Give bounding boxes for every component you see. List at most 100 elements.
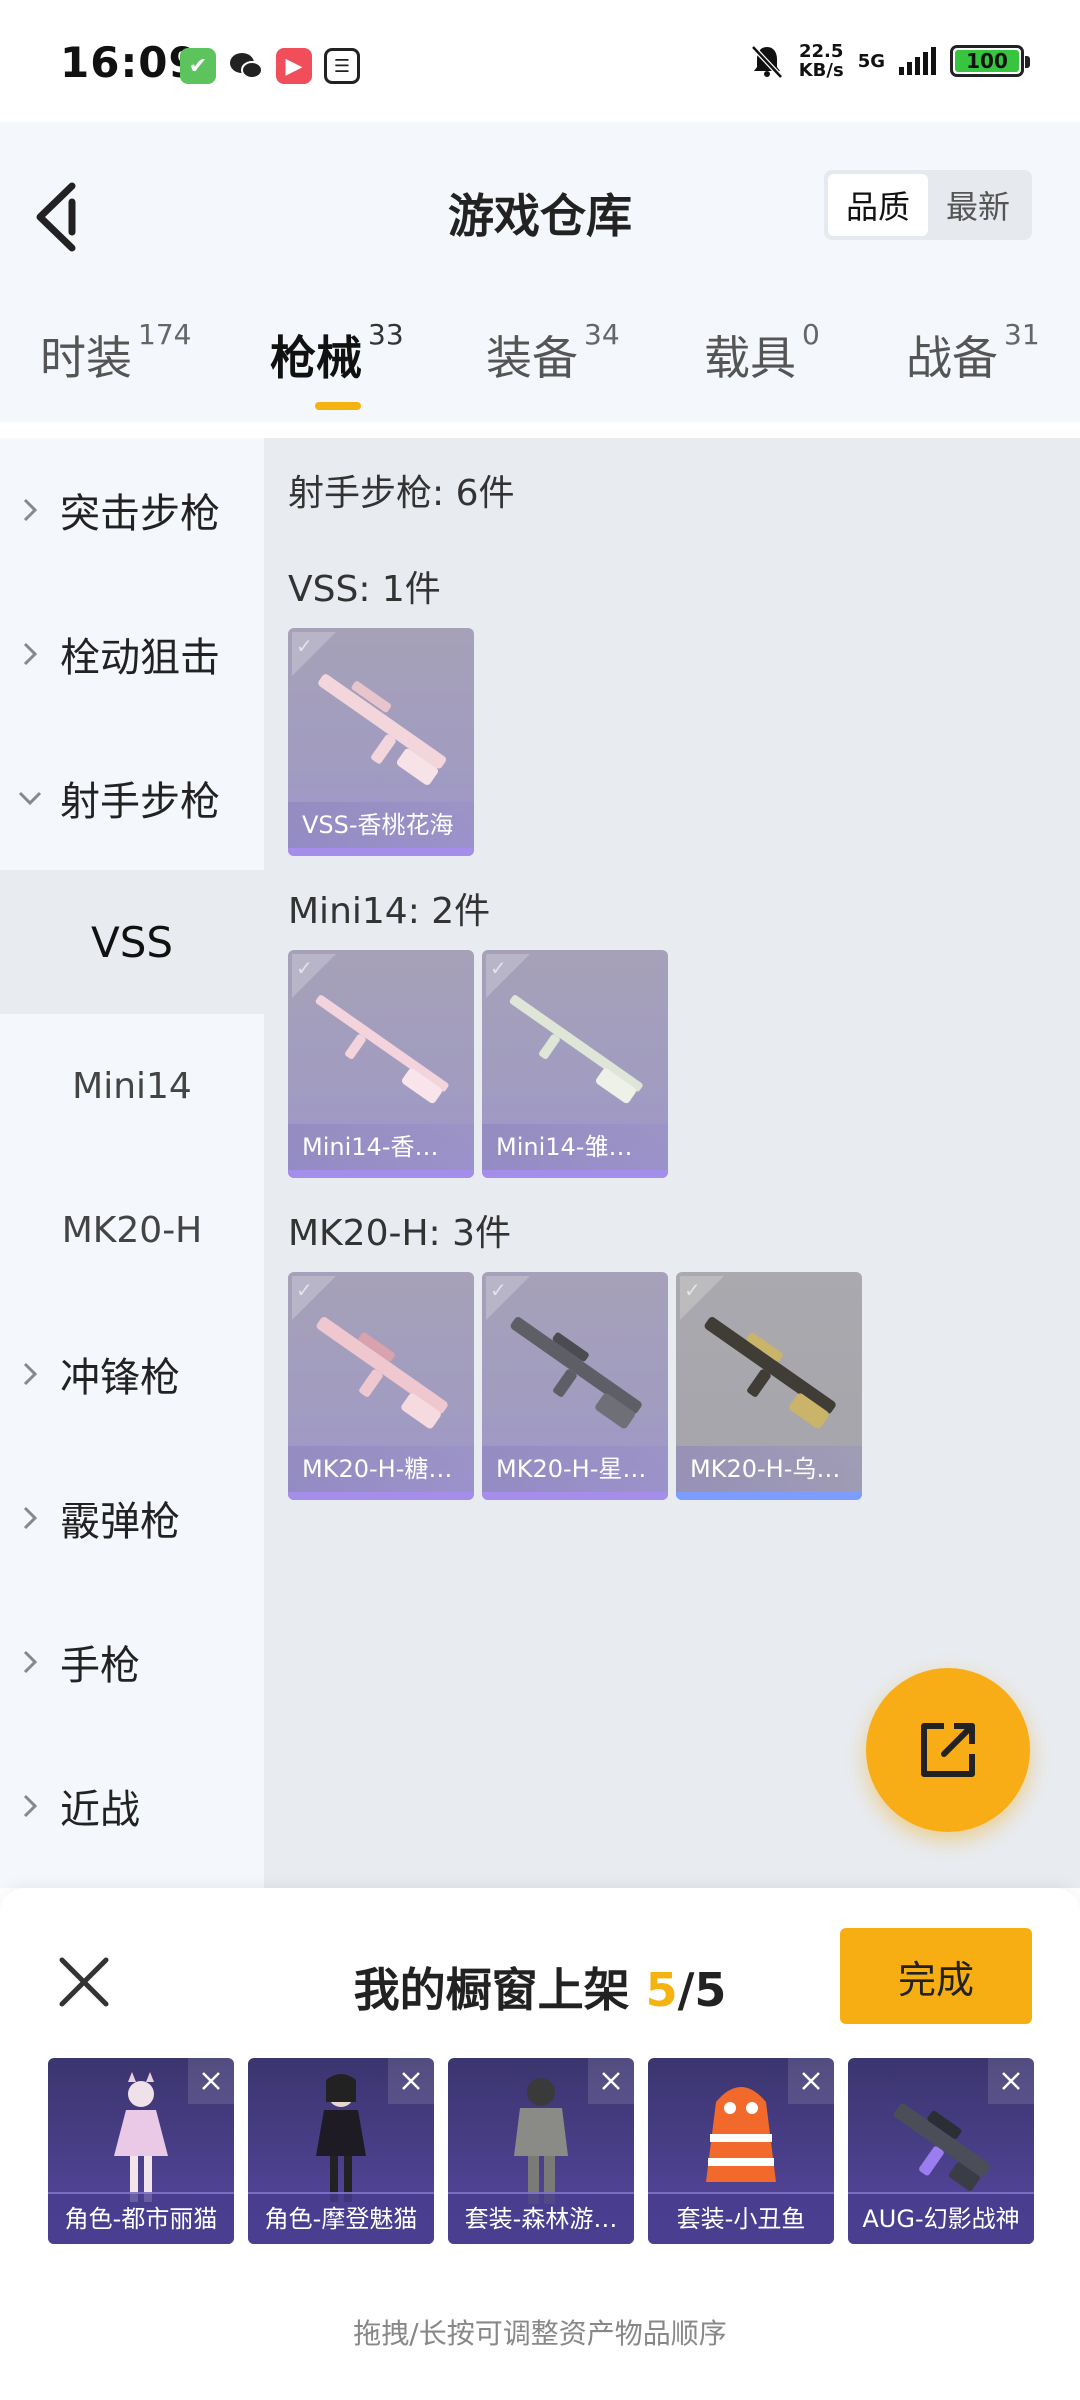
category-sidebar: 突击步枪 栓动狙击 射手步枪 VSS Mini14 MK20-H 冲锋枪 霰弹枪… [0, 438, 264, 1888]
remove-item-button[interactable] [588, 2058, 634, 2104]
group-title-mini14: Mini14: 2件 [288, 891, 491, 932]
item-name: Mini14-香桃… [288, 1124, 474, 1170]
wechat-icon [228, 48, 264, 84]
showcase-panel: 我的橱窗上架 5/5 完成 角色-都市丽猫 角色-摩登魅猫 套装-森林游… 套装… [0, 1888, 1080, 2400]
group-title-vss: VSS: 1件 [288, 569, 441, 610]
showcase-item[interactable]: 套装-森林游… [448, 2058, 634, 2244]
tab-count: 33 [368, 318, 404, 351]
rarity-bar [288, 1170, 474, 1178]
showcase-total: /5 [677, 1963, 727, 2017]
outfit-icon [706, 2087, 776, 2182]
item-card[interactable]: ✓ MK20-H-乌… [676, 1272, 862, 1500]
sidebar-item-marksman-rifle[interactable]: 射手步枪 [0, 726, 264, 870]
sidebar-item-assault-rifle[interactable]: 突击步枪 [0, 438, 264, 582]
tab-label: 枪械 [270, 331, 362, 385]
soldier-figure-icon [514, 2078, 568, 2204]
tab-equipment[interactable]: 装备 34 [486, 318, 620, 388]
item-card[interactable]: ✓ MK20-H-糖… [288, 1272, 474, 1500]
battery-level: 100 [955, 49, 1019, 73]
tab-fashion[interactable]: 时装 174 [40, 318, 191, 388]
sidebar-subitem-vss[interactable]: VSS [0, 870, 264, 1014]
item-card[interactable]: ✓ MK20-H-星… [482, 1272, 668, 1500]
showcase-item-label: 角色-摩登魅猫 [248, 2192, 434, 2244]
character-figure-icon [114, 2072, 168, 2202]
rifle-icon [315, 995, 449, 1104]
item-name: Mini14-雏菊… [482, 1124, 668, 1170]
sort-quality-button[interactable]: 品质 [828, 174, 928, 236]
signal-icon [899, 47, 936, 75]
close-icon [602, 2072, 620, 2090]
rarity-bar [288, 1492, 474, 1500]
sidebar-item-bolt-sniper[interactable]: 栓动狙击 [0, 582, 264, 726]
showcase-item-label: AUG-幻影战神 [848, 2192, 1034, 2244]
tab-count: 174 [138, 318, 192, 351]
rifle-icon [894, 2103, 991, 2191]
showcase-item-label: 套装-小丑鱼 [648, 2192, 834, 2244]
item-card[interactable]: ✓ Mini14-雏菊… [482, 950, 668, 1178]
item-name: MK20-H-乌… [676, 1446, 862, 1492]
sidebar-item-smg[interactable]: 冲锋枪 [0, 1302, 264, 1446]
tab-label: 时装 [40, 331, 132, 385]
speed-unit: KB/s [798, 60, 844, 81]
sidebar-item-label: 近战 [60, 1787, 140, 1833]
close-icon [202, 2072, 220, 2090]
item-card[interactable]: ✓ VSS-香桃花海 [288, 628, 474, 856]
remove-item-button[interactable] [188, 2058, 234, 2104]
header: 游戏仓库 品质 最新 时装 174 枪械 33 装备 34 载具 0 战备 31 [0, 122, 1080, 422]
rifle-icon [509, 995, 643, 1104]
sidebar-item-pistol[interactable]: 手枪 [0, 1590, 264, 1734]
showcase-item[interactable]: 套装-小丑鱼 [648, 2058, 834, 2244]
showcase-count: 5 [645, 1963, 678, 2017]
chevron-right-icon [23, 1506, 38, 1530]
done-button[interactable]: 完成 [840, 1928, 1032, 2024]
remove-item-button[interactable] [788, 2058, 834, 2104]
sidebar-item-label: 射手步枪 [60, 779, 220, 825]
remove-item-button[interactable] [988, 2058, 1034, 2104]
tab-vehicles[interactable]: 载具 0 [704, 318, 820, 388]
tab-guns[interactable]: 枪械 33 [270, 318, 404, 388]
rifle-icon [704, 1317, 836, 1429]
battery-icon: 100 [950, 45, 1030, 77]
tab-supplies[interactable]: 战备 31 [906, 318, 1040, 388]
tab-label: 战备 [906, 331, 998, 385]
tab-label: 载具 [704, 331, 796, 385]
showcase-item[interactable]: AUG-幻影战神 [848, 2058, 1034, 2244]
item-name: MK20-H-星… [482, 1446, 668, 1492]
notes-app-icon: ☰ [324, 48, 360, 84]
video-app-icon: ▶ [276, 48, 312, 84]
sidebar-item-label: 霰弹枪 [60, 1499, 180, 1545]
sort-newest-button[interactable]: 最新 [928, 174, 1028, 236]
rarity-bar [676, 1492, 862, 1500]
share-external-icon [921, 1723, 975, 1777]
character-figure-icon [316, 2074, 366, 2202]
remove-item-button[interactable] [388, 2058, 434, 2104]
rarity-bar [482, 1170, 668, 1178]
showcase-item-label: 角色-都市丽猫 [48, 2192, 234, 2244]
chevron-right-icon [23, 642, 38, 666]
showcase-item-label: 套装-森林游… [448, 2192, 634, 2244]
sidebar-subitem-mk20h[interactable]: MK20-H [0, 1158, 264, 1302]
sort-toggle: 品质 最新 [824, 170, 1032, 240]
sidebar-item-shotgun[interactable]: 霰弹枪 [0, 1446, 264, 1590]
item-card[interactable]: ✓ Mini14-香桃… [288, 950, 474, 1178]
chevron-right-icon [23, 1794, 38, 1818]
item-name: VSS-香桃花海 [288, 802, 474, 848]
close-icon [402, 2072, 420, 2090]
showcase-item[interactable]: 角色-摩登魅猫 [248, 2058, 434, 2244]
speed-value: 22.5 [798, 41, 844, 62]
mute-bell-icon [750, 45, 783, 79]
chevron-right-icon [23, 1362, 38, 1386]
checklist-app-icon: ✔ [180, 48, 216, 84]
notification-icons: ✔ ▶ ☰ [180, 48, 360, 84]
status-bar: 16:09 ✔ ▶ ☰ 22.5 KB/s 5G 100 [0, 0, 1080, 122]
share-button[interactable] [866, 1668, 1030, 1832]
sidebar-item-label: 突击步枪 [60, 491, 220, 537]
rarity-bar [288, 848, 474, 856]
showcase-item[interactable]: 角色-都市丽猫 [48, 2058, 234, 2244]
chevron-right-icon [23, 1650, 38, 1674]
rifle-icon [510, 1317, 642, 1429]
network-speed: 22.5 KB/s [799, 42, 844, 80]
sidebar-item-melee[interactable]: 近战 [0, 1734, 264, 1878]
network-type: 5G [857, 50, 885, 72]
sidebar-subitem-mini14[interactable]: Mini14 [0, 1014, 264, 1158]
